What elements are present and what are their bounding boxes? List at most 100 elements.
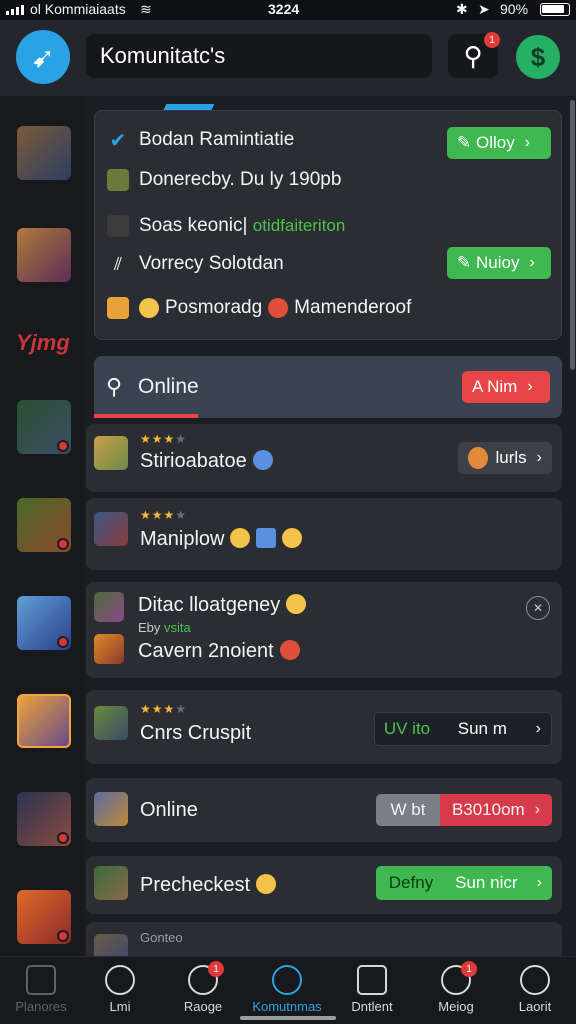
bottom-navigation: Planores Lmi 1 Raoge Komutnmas Dntlent 1…	[0, 956, 576, 1024]
scrollbar[interactable]	[570, 100, 575, 370]
split-left-button[interactable]: UV ito	[375, 719, 439, 739]
chevron-right-icon: ›	[534, 801, 541, 818]
item-action-button[interactable]: lurls ›	[458, 442, 552, 474]
carrier-name: ol Kommiaiaats	[30, 1, 126, 17]
sidebar-game-hero[interactable]	[17, 694, 71, 748]
game-thumb	[94, 634, 124, 664]
play-button[interactable]: ✎ Olloy ›	[447, 127, 551, 159]
nav-item-profile[interactable]: Laorit	[494, 957, 576, 1024]
signal-icon	[6, 5, 24, 15]
rating-stars: ★★★★	[140, 432, 188, 446]
split-right-button[interactable]: Sun m	[439, 719, 526, 739]
game-thumb-icon	[107, 169, 129, 191]
trophy-icon	[107, 297, 129, 319]
split-left-button[interactable]: W bt	[376, 794, 440, 826]
emoji-icon	[252, 450, 273, 470]
featured-row-label: Bodan Ramintiatie	[139, 129, 295, 150]
chevron-right-icon: ›	[527, 378, 533, 395]
status-accent: otidfaiteriton	[252, 216, 346, 235]
list-item[interactable]: Ditac lloatgeney Eby vsita Cavern 2noien…	[86, 582, 562, 678]
chevron-right-icon: ›	[536, 874, 542, 891]
angry-emoji-icon	[268, 298, 289, 318]
nav-item-content[interactable]: Dntlent	[331, 957, 413, 1024]
community-title-field[interactable]: Komunitatc's	[86, 34, 432, 78]
split-action: Defny Sun nicr ›	[376, 866, 552, 900]
emoji-icon	[286, 594, 307, 614]
status-row: Soas keonic| otidfaiteriton	[107, 215, 345, 237]
sidebar-game-joker[interactable]	[17, 228, 71, 282]
list-item[interactable]: ★★★★ Stirioabatoe lurls ›	[86, 424, 562, 492]
featured-row[interactable]: ✔ Bodan Ramintiatie	[107, 129, 295, 152]
reaction-label-1: Posmoradg	[165, 297, 263, 318]
notification-dot	[57, 538, 69, 550]
sidebar-brand-logo[interactable]: Yjmg	[16, 330, 70, 356]
nav-item-community[interactable]: Komutnmas	[246, 957, 328, 1024]
nav-item-list[interactable]: Lmi	[79, 957, 161, 1024]
online-action-button[interactable]: A Nim ›	[462, 371, 550, 403]
game-thumb	[94, 866, 128, 900]
game-thumb	[94, 592, 124, 622]
profile-icon	[520, 965, 550, 995]
reaction-row: Posmoradg Mamenderoof	[107, 297, 411, 319]
rating-stars: ★★★★	[140, 508, 188, 522]
location-icon: ➤	[478, 1, 490, 17]
app-header: ➹ Komunitatc's ⚲ 1 $	[0, 20, 576, 96]
split-action: W bt B3010om ›	[376, 794, 552, 826]
battery-icon	[540, 3, 570, 16]
chevron-right-icon: ›	[535, 720, 541, 737]
notification-dot	[57, 440, 69, 452]
split-right-button[interactable]: Sun nicr	[446, 873, 527, 893]
sidebar-game-rifle[interactable]	[17, 400, 71, 454]
bluetooth-icon: ✱	[456, 1, 468, 17]
sidebar-game-warrior[interactable]	[17, 126, 71, 180]
nav-item-range[interactable]: 1 Raoge	[162, 957, 244, 1024]
list-item[interactable]: Precheckest Defny Sun nicr ›	[86, 856, 562, 914]
pencil-icon: ✎	[457, 253, 472, 272]
user-icon	[105, 965, 135, 995]
currency-button[interactable]: $	[516, 35, 560, 79]
app-logo-icon[interactable]: ➹	[16, 30, 70, 84]
sidebar-game-monkey[interactable]	[17, 890, 71, 944]
item-action-label: lurls	[495, 448, 527, 467]
status-bar: ol Kommiaiaats ≋ 3224 ✱ ➤ 90%	[0, 0, 576, 20]
pencil-icon: ✎	[457, 133, 472, 152]
document-icon	[357, 965, 387, 995]
sidebar-game-sword[interactable]	[17, 498, 71, 552]
smile-emoji-icon	[139, 298, 159, 318]
game-thumb	[94, 706, 128, 740]
search-badge: 1	[484, 32, 500, 48]
sidebar-game-blaster[interactable]	[17, 596, 71, 650]
emoji-icon	[256, 874, 277, 894]
item-title: Precheckest	[140, 874, 277, 897]
nav-item-messages[interactable]: 1 Meiog	[415, 957, 497, 1024]
coin-icon	[468, 447, 488, 469]
subscription-row[interactable]: ⫽ Vorrecy Solotdan	[107, 253, 284, 275]
split-right-button[interactable]: B3010om ›	[440, 794, 552, 826]
status-row-label: Soas keonic|	[139, 215, 248, 236]
home-icon	[26, 965, 56, 995]
list-item[interactable]: ★★★★ Maniplow	[86, 498, 562, 570]
dollar-icon: $	[530, 41, 546, 72]
chevron-right-icon: ›	[529, 254, 535, 271]
list-item[interactable]: Online W bt B3010om ›	[86, 778, 562, 842]
online-section-header[interactable]: ⚲ Online A Nim ›	[94, 356, 562, 418]
notification-dot	[57, 636, 69, 648]
notification-dot	[57, 832, 69, 844]
buy-button[interactable]: ✎ Nuioy ›	[447, 247, 551, 279]
battery-percent: 90%	[500, 1, 529, 17]
wifi-icon: ≋	[140, 1, 152, 17]
avatar-icon	[107, 215, 129, 237]
subscription-row-label: Vorrecy Solotdan	[139, 253, 284, 274]
list-item[interactable]: ★★★★ Cnrs Cruspit UV ito Sun m ›	[86, 690, 562, 764]
person-icon: 1	[441, 961, 477, 995]
sidebar-game-blade[interactable]	[17, 792, 71, 846]
split-left-button[interactable]: Defny	[376, 873, 446, 893]
online-action-label: A Nim	[472, 377, 518, 396]
search-button[interactable]: ⚲ 1	[448, 32, 500, 78]
check-shield-icon: ✔	[109, 129, 127, 152]
nav-item-home[interactable]: Planores	[0, 957, 82, 1024]
emoji-icon	[256, 528, 277, 548]
emoji-icon	[282, 528, 303, 548]
more-icon[interactable]: ✕	[526, 596, 550, 620]
game-thumb	[94, 792, 128, 826]
